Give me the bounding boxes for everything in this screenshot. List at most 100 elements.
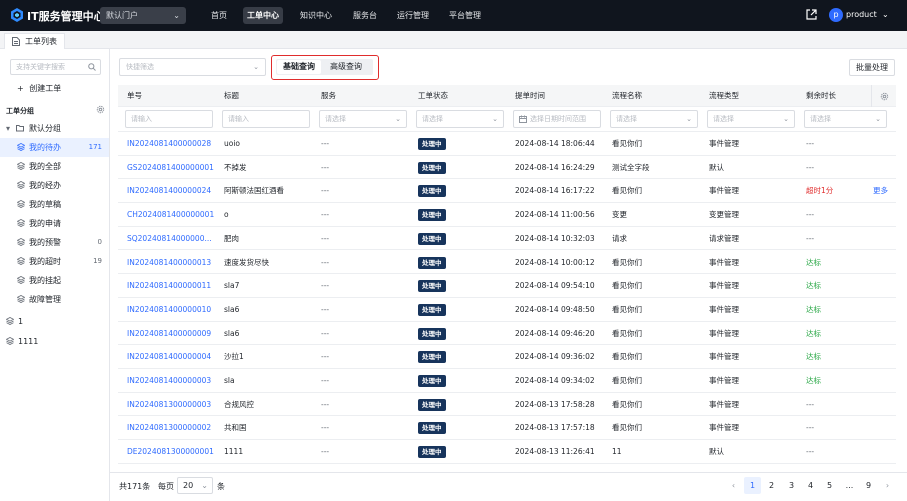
sidebar-item-my-todo[interactable]: 我的待办 171: [0, 138, 109, 157]
create-ticket-button[interactable]: + 创建工单: [17, 83, 61, 94]
ticket-id-link[interactable]: IN2024081400000003: [127, 369, 211, 392]
ticket-id-link[interactable]: IN2024081400000013: [127, 251, 211, 274]
process-type: 事件管理: [709, 139, 739, 148]
ticket-id-link[interactable]: IN2024081400000011: [127, 274, 211, 297]
basic-query-tab[interactable]: 基础查询: [277, 60, 321, 74]
process-filter-select[interactable]: 请选择 ⌄: [610, 110, 698, 128]
service-filter-select[interactable]: 请选择 ⌄: [319, 110, 407, 128]
page-button[interactable]: 5: [821, 477, 838, 494]
avatar[interactable]: p: [829, 8, 843, 22]
chevron-down-icon: ⌄: [686, 115, 692, 123]
sidebar-item-my-overdue[interactable]: 我的超时 19: [0, 252, 109, 271]
more-actions-link[interactable]: 更多: [873, 179, 888, 202]
column-header: 流程名称: [612, 91, 642, 100]
page-button[interactable]: 9: [860, 477, 877, 494]
tab-ticket-list[interactable]: 工单列表: [4, 33, 65, 49]
gear-icon[interactable]: [96, 105, 105, 114]
status-filter-select[interactable]: 请选择 ⌄: [416, 110, 504, 128]
nav-knowledge-center[interactable]: 知识中心: [296, 7, 336, 24]
batch-process-button[interactable]: 批量处理: [849, 59, 895, 76]
chevron-down-icon: ⌄: [783, 115, 789, 123]
remaining-time: ---: [806, 399, 815, 409]
id-filter-input[interactable]: 请输入: [125, 110, 213, 128]
title-filter-input[interactable]: 请输入: [222, 110, 310, 128]
sidebar-group-default[interactable]: ▾ 默认分组: [0, 119, 109, 138]
sidebar-item-my-drafts[interactable]: 我的草稿: [0, 195, 109, 214]
sidebar-item-my-all[interactable]: 我的全部: [0, 157, 109, 176]
chevron-down-icon[interactable]: ⌄: [882, 8, 889, 22]
table-row[interactable]: IN2024081400000003 sla --- 处理中 2024-08-14 09…: [118, 369, 896, 393]
table-row[interactable]: IN2024081400000024 阿斯顿法国红酒看 --- 处理中 2024-08-…: [118, 179, 896, 204]
nav-platform[interactable]: 平台管理: [445, 7, 485, 24]
table-row[interactable]: IN2024081400000028 uoio --- 处理中 2024-08-14 1…: [118, 132, 896, 156]
table-row[interactable]: IN2024081400000011 sla7 --- 处理中 2024-08-14 0…: [118, 274, 896, 298]
table-row[interactable]: DE2024081300000001 1111 --- 处理中 2024-08-13 1…: [118, 440, 896, 464]
submit-time: 2024-08-14 09:34:02: [515, 376, 595, 385]
service-cell: ---: [321, 423, 330, 433]
sidebar-item-my-warnings[interactable]: 我的预警 0: [0, 233, 109, 252]
tab-label: 工单列表: [25, 37, 57, 46]
nav-service-desk[interactable]: 服务台: [349, 7, 381, 24]
table-row[interactable]: SQ20240814000000... 肥肉 --- 处理中 2024-08-14 10…: [118, 227, 896, 251]
table-row[interactable]: CH2024081400000001 o --- 处理中 2024-08-14 11:0…: [118, 203, 896, 227]
page-button[interactable]: 3: [783, 477, 800, 494]
ticket-id-link[interactable]: SQ20240814000000...: [127, 227, 212, 250]
ticket-id-link[interactable]: IN2024081400000028: [127, 132, 211, 155]
layers-icon: [17, 238, 25, 246]
page-ellipsis[interactable]: ...: [841, 477, 858, 494]
sidebar-group-1111[interactable]: 1111: [0, 332, 109, 351]
ticket-id-link[interactable]: GS2024081400000001: [127, 156, 214, 179]
nav-ticket-center[interactable]: 工单中心: [243, 7, 283, 24]
sidebar-item-fault-management[interactable]: 故障管理: [0, 290, 109, 309]
portal-label: 默认门户: [106, 11, 138, 20]
advanced-query-tab[interactable]: 高级查询: [322, 60, 370, 74]
layers-icon: [17, 200, 25, 208]
table-row[interactable]: IN2024081300000003 合规风控 --- 处理中 2024-08-13 1…: [118, 393, 896, 417]
ticket-title: sla6: [224, 328, 240, 338]
table-row[interactable]: IN2024081400000004 沙拉1 --- 处理中 2024-08-14 09…: [118, 345, 896, 369]
layers-icon: [17, 162, 25, 170]
ticket-id-link[interactable]: IN2024081300000003: [127, 393, 211, 416]
external-link-icon[interactable]: [806, 9, 817, 20]
page-button[interactable]: 1: [744, 477, 761, 494]
process-name: 变更: [612, 210, 627, 220]
chevron-down-icon: ▾: [6, 124, 11, 133]
ticket-title: sla: [224, 376, 235, 385]
page-button[interactable]: 2: [763, 477, 780, 494]
process-type-filter-select[interactable]: 请选择 ⌄: [707, 110, 795, 128]
count-badge: 19: [93, 257, 102, 265]
table-row[interactable]: IN2024081300000002 共和国 --- 处理中 2024-08-13 17…: [118, 416, 896, 441]
table-row[interactable]: GS2024081400000001 不掉发 --- 处理中 2024-08-14 16…: [118, 156, 896, 180]
sidebar-item-my-requests[interactable]: 我的申请: [0, 214, 109, 233]
page-size-select[interactable]: 20 ⌄: [177, 477, 213, 494]
sidebar-group-1[interactable]: 1: [0, 312, 109, 331]
ticket-id-link[interactable]: IN2024081400000010: [127, 298, 211, 321]
tab-strip: 工单列表: [0, 31, 907, 49]
nav-operations[interactable]: 运行管理: [393, 7, 433, 24]
page-button[interactable]: 4: [802, 477, 819, 494]
table-row[interactable]: IN2024081400000009 sla6 --- 处理中 2024-08-14 0…: [118, 322, 896, 346]
table-row[interactable]: IN2024081400000013 速度发货尽快 --- 处理中 2024-08-14…: [118, 251, 896, 275]
sidebar-search-input[interactable]: 支持关键字搜索: [10, 59, 101, 75]
nav-home[interactable]: 首页: [207, 7, 231, 24]
prev-page-button[interactable]: ‹: [725, 477, 742, 494]
time-range-picker[interactable]: 选择日期时间范围: [513, 110, 601, 128]
table-row[interactable]: IN2024081400000010 sla6 --- 处理中 2024-08-14 0…: [118, 298, 896, 322]
sidebar-item-my-handled[interactable]: 我的经办: [0, 176, 109, 195]
ticket-id-link[interactable]: IN2024081300000002: [127, 416, 211, 439]
ticket-id-link[interactable]: IN2024081400000009: [127, 322, 211, 345]
quick-filter-select[interactable]: 快捷筛选 ⌄: [119, 58, 266, 76]
status-badge: 处理中: [418, 232, 446, 245]
ticket-id-link[interactable]: IN2024081400000024: [127, 179, 211, 202]
ticket-id-link[interactable]: CH2024081400000001: [127, 203, 214, 226]
next-page-button[interactable]: ›: [879, 477, 896, 494]
sidebar-item-my-suspended[interactable]: 我的挂起: [0, 271, 109, 290]
sidebar-item-label: 我的挂起: [29, 276, 61, 285]
ticket-id-link[interactable]: DE2024081300000001: [127, 440, 214, 463]
gear-icon[interactable]: [880, 92, 889, 101]
ticket-id-link[interactable]: IN2024081400000004: [127, 345, 211, 368]
remaining-filter-select[interactable]: 请选择 ⌄: [804, 110, 887, 128]
portal-select[interactable]: 默认门户 ⌄: [100, 7, 186, 24]
user-name[interactable]: product: [846, 8, 877, 22]
logo-icon[interactable]: [10, 8, 24, 22]
